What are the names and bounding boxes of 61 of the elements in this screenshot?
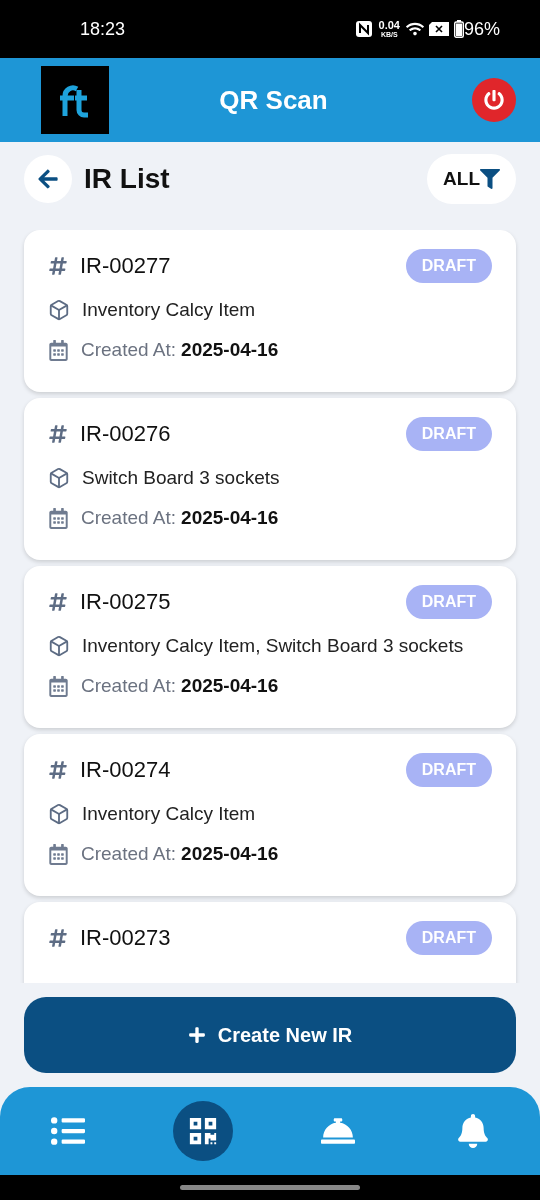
filter-icon: [480, 168, 500, 189]
date-label: Created At:: [81, 507, 177, 529]
cube-icon: [48, 635, 70, 657]
record-items: Switch Board 3 sockets: [82, 467, 280, 489]
record-date: 2025-04-16: [181, 507, 279, 529]
page-title: IR List: [84, 162, 171, 195]
status-badge: DRAFT: [405, 249, 492, 283]
battery-icon: [453, 20, 464, 38]
back-button[interactable]: [24, 154, 72, 203]
power-button[interactable]: [472, 78, 516, 122]
cube-icon: [48, 803, 70, 825]
hashtag-icon: [48, 592, 68, 612]
qr-code-icon: [187, 1116, 218, 1146]
record-items: Inventory Calcy Item, Switch Board 3 sockets: [82, 635, 464, 657]
date-label: Created At:: [81, 843, 177, 865]
network-speed: 0.04: [378, 20, 400, 31]
status-badge: DRAFT: [405, 417, 492, 451]
hashtag-icon: [48, 760, 68, 780]
power-icon: [484, 90, 504, 110]
record-date: 2025-04-16: [181, 675, 279, 697]
calendar-icon: [48, 843, 69, 865]
calendar-icon: [48, 675, 69, 697]
app-logo: [41, 66, 109, 134]
record-id: IR-00273: [80, 925, 171, 951]
filter-button[interactable]: ALL: [427, 153, 516, 204]
hashtag-icon: [48, 424, 68, 444]
back-arrow-icon: [37, 167, 59, 190]
nfc-icon: [354, 20, 373, 38]
app-title: QR Scan: [218, 84, 329, 116]
record-card[interactable]: IR-00277 DRAFT Inventory Calcy Item Created At: 2025-04-16: [24, 230, 516, 392]
calendar-icon: [48, 339, 69, 361]
record-id: IR-00275: [80, 589, 171, 615]
hashtag-icon: [48, 928, 68, 948]
record-card[interactable]: IR-00274 DRAFT Inventory Calcy Item Created At: 2025-04-16: [24, 734, 516, 896]
plus-icon: [187, 1026, 206, 1044]
bell-icon: [455, 1114, 490, 1148]
cube-icon: [48, 467, 70, 489]
date-label: Created At:: [81, 339, 177, 361]
hashtag-icon: [48, 256, 68, 276]
record-date: 2025-04-16: [181, 339, 279, 361]
record-items: Inventory Calcy Item: [82, 299, 256, 321]
list-icon: [50, 1114, 85, 1148]
record-id: IR-00276: [80, 421, 171, 447]
record-card[interactable]: IR-00273 DRAFT: [24, 902, 516, 983]
record-card[interactable]: IR-00275 DRAFT Inventory Calcy Item, Switch Board 3 sockets Created At: 2025-04-16: [24, 566, 516, 728]
status-badge: DRAFT: [405, 753, 492, 787]
wifi-icon: [405, 20, 424, 38]
create-button[interactable]: Create New IR: [24, 997, 516, 1073]
cube-icon: [48, 299, 70, 321]
battery-percentage: 96%: [463, 18, 500, 40]
status-badge: DRAFT: [405, 585, 492, 619]
status-badge: DRAFT: [405, 921, 492, 955]
date-label: Created At:: [81, 675, 177, 697]
record-date: 2025-04-16: [181, 843, 279, 865]
record-items: Inventory Calcy Item: [82, 803, 256, 825]
sim-card-icon: [428, 22, 449, 36]
status-time: 18:23: [80, 18, 126, 40]
record-id: IR-00274: [80, 757, 171, 783]
record-card[interactable]: IR-00276 DRAFT Switch Board 3 sockets Created At: 2025-04-16: [24, 398, 516, 560]
calendar-icon: [48, 507, 69, 529]
record-id: IR-00277: [80, 253, 171, 279]
